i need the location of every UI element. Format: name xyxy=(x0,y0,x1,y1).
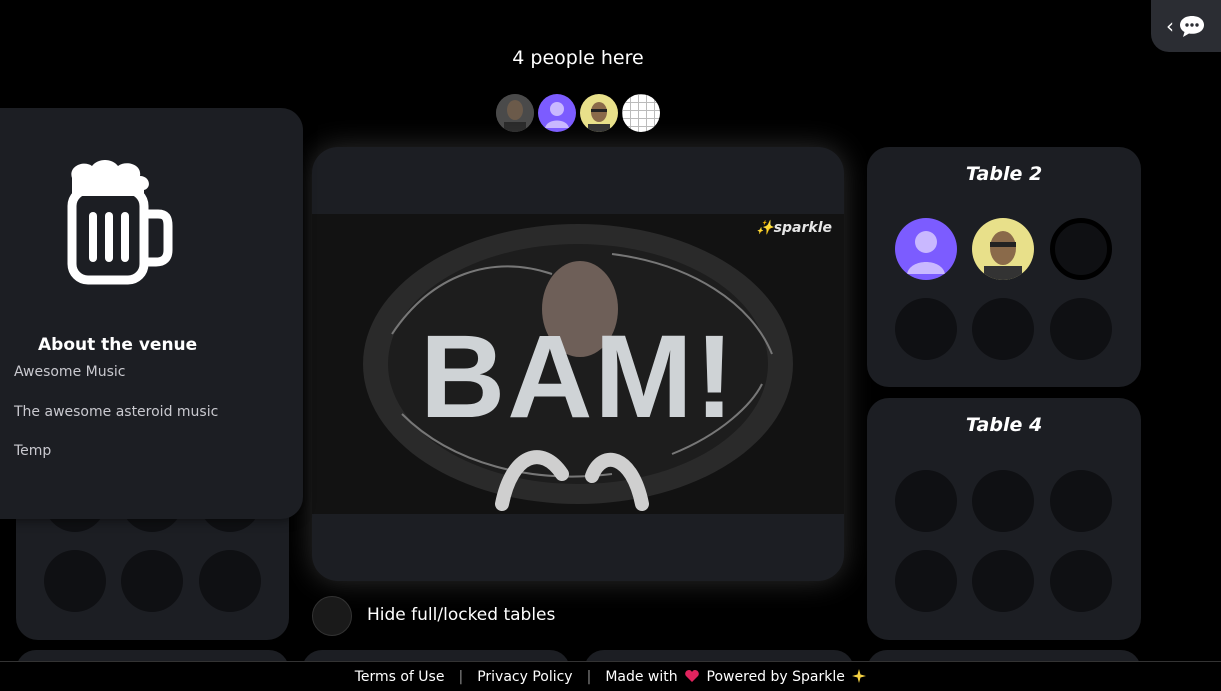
empty-seat[interactable] xyxy=(895,550,957,612)
present-users xyxy=(496,94,660,132)
user-avatar[interactable] xyxy=(580,94,618,132)
stage-video-panel[interactable]: BAM! ✨sparkle xyxy=(312,147,844,581)
user-avatar[interactable] xyxy=(538,94,576,132)
chat-icon xyxy=(1180,16,1204,37)
footer-separator: | xyxy=(458,668,464,685)
privacy-link[interactable]: Privacy Policy xyxy=(477,669,572,685)
venue-info-panel: About the venue Awesome Music The awesom… xyxy=(0,108,303,519)
table-card-table-2[interactable]: Table 2 xyxy=(867,147,1141,387)
empty-seat[interactable] xyxy=(121,550,183,612)
empty-seat[interactable] xyxy=(895,470,957,532)
empty-seat[interactable] xyxy=(44,550,106,612)
sparkle-icon xyxy=(852,668,867,683)
chat-toggle-button[interactable]: ‹ xyxy=(1151,0,1221,52)
empty-seat[interactable] xyxy=(1050,470,1112,532)
table-card-table-4[interactable]: Table 4 xyxy=(867,398,1141,640)
people-count: 4 people here xyxy=(512,47,644,69)
powered-by-link[interactable]: Powered by Sparkle xyxy=(707,669,845,685)
empty-seat[interactable] xyxy=(1050,550,1112,612)
heart-icon xyxy=(685,669,699,682)
table-title: Table 2 xyxy=(965,163,1043,185)
empty-seat[interactable] xyxy=(972,550,1034,612)
seated-user-avatar[interactable] xyxy=(895,218,957,280)
venue-description-line: Temp xyxy=(14,443,52,459)
user-avatar[interactable] xyxy=(496,94,534,132)
seated-user-avatar[interactable] xyxy=(1050,218,1112,280)
hide-full-tables-label: Hide full/locked tables xyxy=(367,605,556,625)
video-player[interactable]: BAM! ✨sparkle xyxy=(312,214,844,514)
made-with-label: Made with xyxy=(605,668,678,685)
footer-separator: | xyxy=(586,668,592,685)
user-avatar[interactable] xyxy=(622,94,660,132)
table-title: Table 4 xyxy=(965,414,1043,436)
footer: Terms of Use | Privacy Policy | Made wit… xyxy=(0,661,1221,691)
empty-seat[interactable] xyxy=(972,298,1034,360)
made-with-text: Made with Powered by Sparkle xyxy=(605,668,867,685)
chevron-left-icon: ‹ xyxy=(1166,14,1174,38)
seated-user-avatar[interactable] xyxy=(972,218,1034,280)
hide-full-tables-toggle[interactable] xyxy=(312,596,352,636)
sparkle-watermark: ✨sparkle xyxy=(756,220,832,236)
venue-description-line: The awesome asteroid music xyxy=(14,404,219,420)
terms-link[interactable]: Terms of Use xyxy=(355,669,445,685)
empty-seat[interactable] xyxy=(1050,298,1112,360)
beer-mug-icon xyxy=(67,160,173,285)
venue-description-line: Awesome Music xyxy=(14,364,126,380)
empty-seat[interactable] xyxy=(972,470,1034,532)
empty-seat[interactable] xyxy=(199,550,261,612)
video-caption: BAM! xyxy=(419,311,737,443)
empty-seat[interactable] xyxy=(895,298,957,360)
about-venue-title: About the venue xyxy=(38,335,198,355)
